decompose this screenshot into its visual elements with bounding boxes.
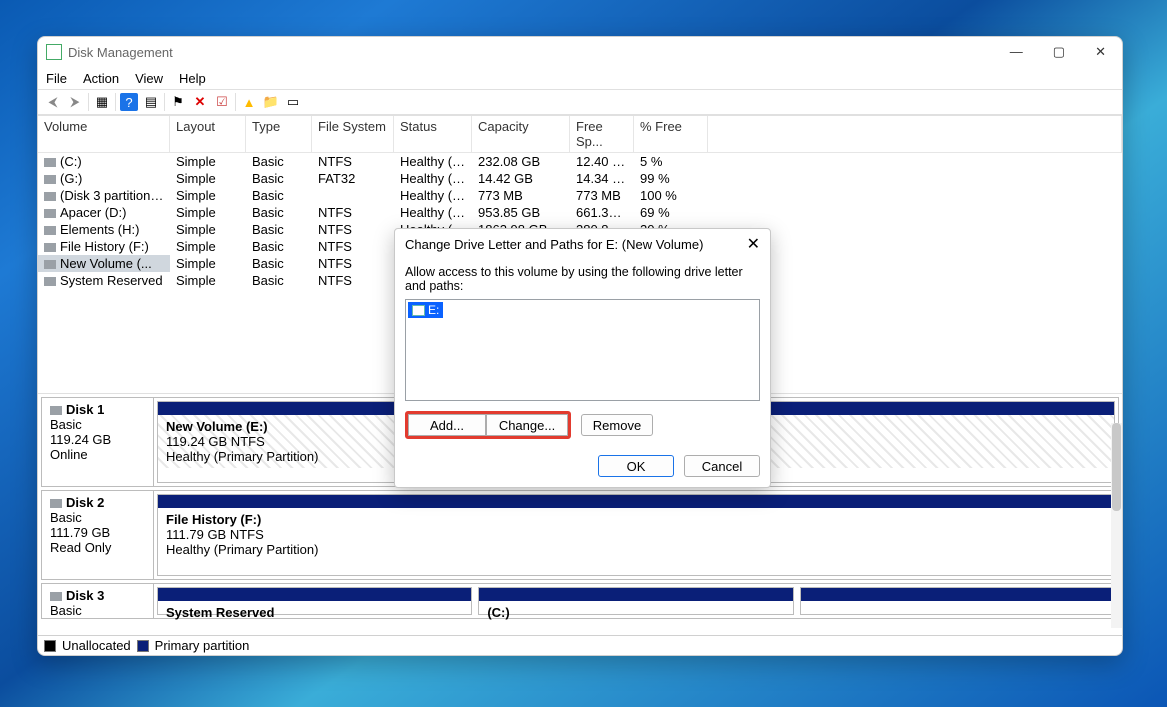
disk-icon [50, 406, 62, 415]
disk-info: Disk 1Basic119.24 GBOnline [42, 398, 153, 486]
col-fs[interactable]: File System [312, 116, 394, 152]
volume-icon [44, 158, 56, 167]
volume-icon [44, 192, 56, 201]
col-free[interactable]: Free Sp... [570, 116, 634, 152]
volume-row[interactable]: Apacer (D:)SimpleBasicNTFSHealthy (B...9… [38, 204, 1122, 221]
volume-icon [44, 209, 56, 218]
close-button[interactable]: ✕ [1095, 44, 1106, 60]
view-icon[interactable]: ▦ [93, 93, 111, 111]
ok-button[interactable]: OK [598, 455, 674, 477]
calendar-icon[interactable]: ▤ [142, 93, 160, 111]
folder-icon[interactable]: 📁 [262, 93, 280, 111]
volume-row[interactable]: (G:)SimpleBasicFAT32Healthy (B...14.42 G… [38, 170, 1122, 187]
cancel-button[interactable]: Cancel [684, 455, 760, 477]
titlebar: Disk Management — ▢ ✕ [38, 37, 1122, 67]
legend: Unallocated Primary partition [38, 635, 1122, 655]
menu-action[interactable]: Action [83, 71, 119, 86]
delete-icon[interactable]: ✕ [191, 93, 209, 111]
path-entry-label: E: [428, 303, 439, 317]
legend-swatch-unallocated [44, 640, 56, 652]
disk-icon [50, 499, 62, 508]
volume-icon [44, 260, 56, 269]
dialog-title: Change Drive Letter and Paths for E: (Ne… [405, 237, 703, 252]
maximize-button[interactable]: ▢ [1053, 44, 1065, 60]
toolbar: ⮜ ⮞ ▦ ? ▤ ⚑ ✕ ☑ ▲ 📁 ▭ [38, 89, 1122, 115]
disk-row: Disk 2Basic111.79 GBRead OnlyFile Histor… [41, 490, 1119, 580]
dialog-instruction: Allow access to this volume by using the… [405, 265, 760, 293]
partition[interactable]: (C:) [478, 587, 793, 615]
drive-icon [412, 305, 425, 316]
col-status[interactable]: Status [394, 116, 472, 152]
forward-icon[interactable]: ⮞ [66, 93, 84, 111]
partition[interactable]: System Reserved [157, 587, 472, 615]
path-entry[interactable]: E: [408, 302, 443, 318]
col-type[interactable]: Type [246, 116, 312, 152]
highlight-annotation: Add...Change... [405, 411, 571, 439]
legend-swatch-primary [137, 640, 149, 652]
minimize-button[interactable]: — [1010, 44, 1023, 60]
up-icon[interactable]: ▲ [240, 93, 258, 111]
change-button[interactable]: Change... [486, 414, 568, 436]
disk-row: Disk 3BasicSystem Reserved(C:) [41, 583, 1119, 619]
app-icon [46, 44, 62, 60]
menu-view[interactable]: View [135, 71, 163, 86]
properties-icon[interactable]: ▭ [284, 93, 302, 111]
disk-icon [50, 592, 62, 601]
back-icon[interactable]: ⮜ [44, 93, 62, 111]
scrollbar-track[interactable] [1111, 423, 1122, 628]
help-icon[interactable]: ? [120, 93, 138, 111]
volume-icon [44, 243, 56, 252]
flag-icon[interactable]: ⚑ [169, 93, 187, 111]
col-pct[interactable]: % Free [634, 116, 708, 152]
paths-listbox[interactable]: E: [405, 299, 760, 401]
scrollbar-thumb[interactable] [1112, 423, 1121, 511]
volume-icon [44, 277, 56, 286]
volume-row[interactable]: (Disk 3 partition 3)SimpleBasicHealthy (… [38, 187, 1122, 204]
col-layout[interactable]: Layout [170, 116, 246, 152]
partition[interactable]: File History (F:)111.79 GB NTFSHealthy (… [157, 494, 1115, 576]
legend-unallocated: Unallocated [62, 638, 131, 653]
legend-primary: Primary partition [155, 638, 250, 653]
change-drive-letter-dialog: Change Drive Letter and Paths for E: (Ne… [394, 228, 771, 488]
volume-icon [44, 226, 56, 235]
volume-icon [44, 175, 56, 184]
remove-button[interactable]: Remove [581, 414, 653, 436]
add-button[interactable]: Add... [408, 414, 486, 436]
menu-file[interactable]: File [46, 71, 67, 86]
volume-row[interactable]: (C:)SimpleBasicNTFSHealthy (B...232.08 G… [38, 153, 1122, 170]
disk-info: Disk 3Basic [42, 584, 153, 618]
partition[interactable] [800, 587, 1115, 615]
col-capacity[interactable]: Capacity [472, 116, 570, 152]
menu-help[interactable]: Help [179, 71, 206, 86]
disk-info: Disk 2Basic111.79 GBRead Only [42, 491, 153, 579]
dialog-close-icon[interactable]: ✕ [747, 234, 760, 254]
column-headers: Volume Layout Type File System Status Ca… [38, 116, 1122, 153]
col-volume[interactable]: Volume [38, 116, 170, 152]
window-title: Disk Management [68, 45, 173, 60]
check-icon[interactable]: ☑ [213, 93, 231, 111]
menubar: File Action View Help [38, 67, 1122, 89]
